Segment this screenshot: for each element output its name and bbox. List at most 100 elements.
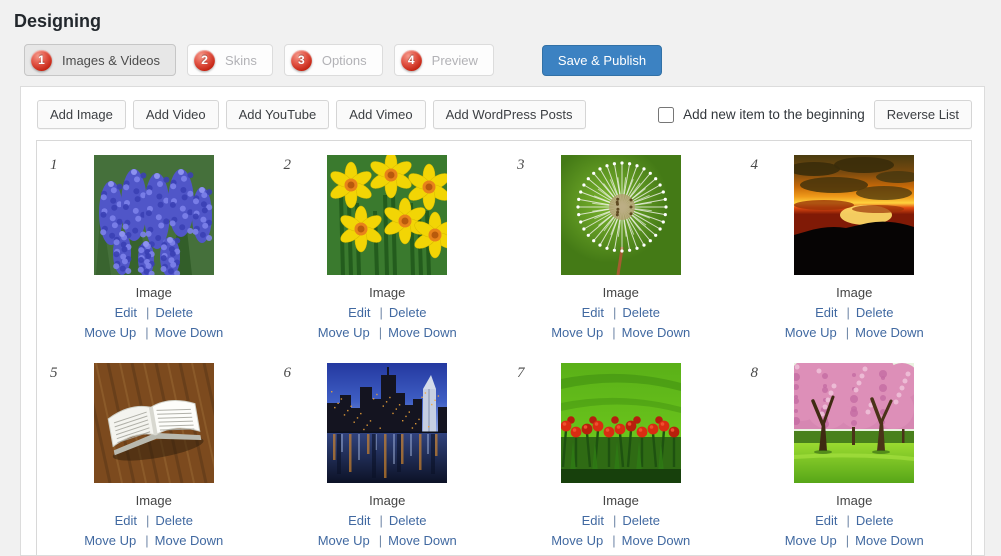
item-type-label: Image bbox=[602, 285, 639, 300]
delete-link[interactable]: Delete bbox=[856, 513, 894, 528]
add-to-beginning-label[interactable]: Add new item to the beginning bbox=[658, 106, 865, 123]
add-image-button[interactable]: Add Image bbox=[37, 100, 126, 129]
edit-link[interactable]: Edit bbox=[582, 305, 604, 320]
item-move-row: Move Up | Move Down bbox=[271, 323, 505, 343]
move-up-link[interactable]: Move Up bbox=[785, 325, 837, 340]
item-actions-row: Edit | Delete bbox=[37, 511, 271, 531]
add-wordpress-posts-button[interactable]: Add WordPress Posts bbox=[432, 100, 586, 129]
delete-link[interactable]: Delete bbox=[389, 305, 427, 320]
tab-bar: 1 Images & Videos 2 Skins 3 Options 4 Preview S… bbox=[24, 44, 1001, 76]
delete-link[interactable]: Delete bbox=[622, 513, 660, 528]
add-youtube-button[interactable]: Add YouTube bbox=[225, 100, 330, 129]
item-number: 4 bbox=[750, 157, 759, 173]
tab-skins[interactable]: 2 Skins bbox=[187, 44, 273, 76]
separator: | bbox=[845, 533, 850, 548]
tab-preview[interactable]: 4 Preview bbox=[393, 44, 494, 76]
item-move-row: Move Up | Move Down bbox=[271, 531, 505, 551]
tab-label: Images & Videos bbox=[62, 52, 161, 68]
separator: | bbox=[379, 513, 383, 528]
thumbnail-art bbox=[93, 155, 214, 275]
tab-label: Options bbox=[321, 52, 367, 68]
edit-link[interactable]: Edit bbox=[815, 513, 837, 528]
save-publish-button[interactable]: Save & Publish bbox=[541, 44, 663, 76]
reverse-list-button[interactable]: Reverse List bbox=[873, 100, 972, 129]
thumbnail-open-book bbox=[93, 363, 214, 483]
move-up-link[interactable]: Move Up bbox=[785, 533, 837, 548]
move-down-link[interactable]: Move Down bbox=[155, 325, 224, 340]
item-actions-row: Edit | Delete bbox=[271, 511, 505, 531]
item-actions-row: Edit | Delete bbox=[37, 303, 271, 323]
move-up-link[interactable]: Move Up bbox=[318, 533, 370, 548]
page-title: Designing bbox=[14, 11, 102, 31]
tab-images-videos[interactable]: 1 Images & Videos bbox=[24, 44, 177, 76]
item-actions-row: Edit | Delete bbox=[738, 511, 972, 531]
edit-link[interactable]: Edit bbox=[115, 513, 137, 528]
toolbar-right-group: Add new item to the beginning Reverse Li… bbox=[658, 100, 972, 129]
step-number-badge: 2 bbox=[194, 49, 216, 71]
item-move-row: Move Up | Move Down bbox=[37, 323, 271, 343]
item-number: 5 bbox=[50, 365, 58, 381]
move-up-link[interactable]: Move Up bbox=[318, 325, 370, 340]
move-down-link[interactable]: Move Down bbox=[155, 533, 224, 548]
delete-link[interactable]: Delete bbox=[622, 305, 660, 320]
separator: | bbox=[145, 305, 150, 320]
add-media-buttons: Add Image Add Video Add YouTube Add Vimeo Ad… bbox=[37, 100, 586, 129]
move-down-link[interactable]: Move Down bbox=[388, 533, 457, 548]
thumbnail-art bbox=[560, 155, 681, 275]
media-items-container: 1 Image Edit | Delete Move Up | Move Down 2 Image… bbox=[36, 140, 972, 555]
edit-link[interactable]: Edit bbox=[115, 305, 137, 320]
tab-options[interactable]: 3 Options bbox=[283, 44, 383, 76]
item-move-row: Move Up | Move Down bbox=[504, 323, 738, 343]
edit-link[interactable]: Edit bbox=[348, 305, 370, 320]
step-number-badge: 4 bbox=[400, 49, 422, 71]
edit-link[interactable]: Edit bbox=[582, 513, 604, 528]
thumbnail-daffodils bbox=[327, 155, 448, 275]
edit-link[interactable]: Edit bbox=[348, 513, 370, 528]
separator: | bbox=[145, 533, 149, 548]
move-down-link[interactable]: Move Down bbox=[855, 533, 924, 548]
separator: | bbox=[845, 325, 850, 340]
item-move-row: Move Up | Move Down bbox=[504, 531, 738, 551]
separator: | bbox=[145, 325, 149, 340]
item-type-label: Image bbox=[836, 493, 873, 508]
move-up-link[interactable]: Move Up bbox=[84, 325, 136, 340]
move-up-link[interactable]: Move Up bbox=[551, 325, 603, 340]
item-number: 8 bbox=[750, 365, 759, 381]
move-up-link[interactable]: Move Up bbox=[551, 533, 603, 548]
move-down-link[interactable]: Move Down bbox=[855, 325, 924, 340]
edit-link[interactable]: Edit bbox=[815, 305, 837, 320]
move-down-link[interactable]: Move Down bbox=[388, 325, 457, 340]
step-number-badge: 3 bbox=[290, 49, 312, 71]
delete-link[interactable]: Delete bbox=[856, 305, 894, 320]
delete-link[interactable]: Delete bbox=[155, 513, 193, 528]
separator: | bbox=[378, 325, 383, 340]
media-item: 1 Image Edit | Delete Move Up | Move Down bbox=[37, 149, 271, 343]
item-number: 6 bbox=[283, 365, 292, 381]
media-item: 6 Image Edit | Delete Move Up | Move Down bbox=[271, 357, 505, 551]
move-down-link[interactable]: Move Down bbox=[622, 325, 691, 340]
step-number-badge: 1 bbox=[31, 49, 52, 71]
item-move-row: Move Up | Move Down bbox=[738, 323, 972, 343]
move-up-link[interactable]: Move Up bbox=[84, 533, 136, 548]
item-number: 2 bbox=[283, 157, 292, 173]
item-type-label: Image bbox=[135, 285, 172, 300]
separator: | bbox=[612, 513, 617, 528]
item-actions-row: Edit | Delete bbox=[504, 511, 738, 531]
item-type-label: Image bbox=[369, 493, 406, 508]
tab-label: Preview bbox=[431, 52, 478, 68]
delete-link[interactable]: Delete bbox=[155, 305, 193, 320]
add-video-button[interactable]: Add Video bbox=[132, 100, 219, 129]
separator: | bbox=[612, 305, 617, 320]
delete-link[interactable]: Delete bbox=[389, 513, 427, 528]
media-item: 2 Image Edit | Delete Move Up | Move Down bbox=[271, 149, 505, 343]
item-type-label: Image bbox=[602, 493, 639, 508]
add-to-beginning-checkbox[interactable] bbox=[658, 106, 675, 123]
thumbnail-art bbox=[93, 363, 214, 483]
separator: | bbox=[145, 513, 150, 528]
media-item: 8 Image Edit | Delete Move Up | Move Down bbox=[738, 357, 972, 551]
separator: | bbox=[846, 513, 850, 528]
move-down-link[interactable]: Move Down bbox=[622, 533, 691, 548]
item-actions-row: Edit | Delete bbox=[738, 303, 972, 323]
thumbnail-grape-hyacinth bbox=[93, 155, 214, 275]
add-vimeo-button[interactable]: Add Vimeo bbox=[336, 100, 426, 129]
